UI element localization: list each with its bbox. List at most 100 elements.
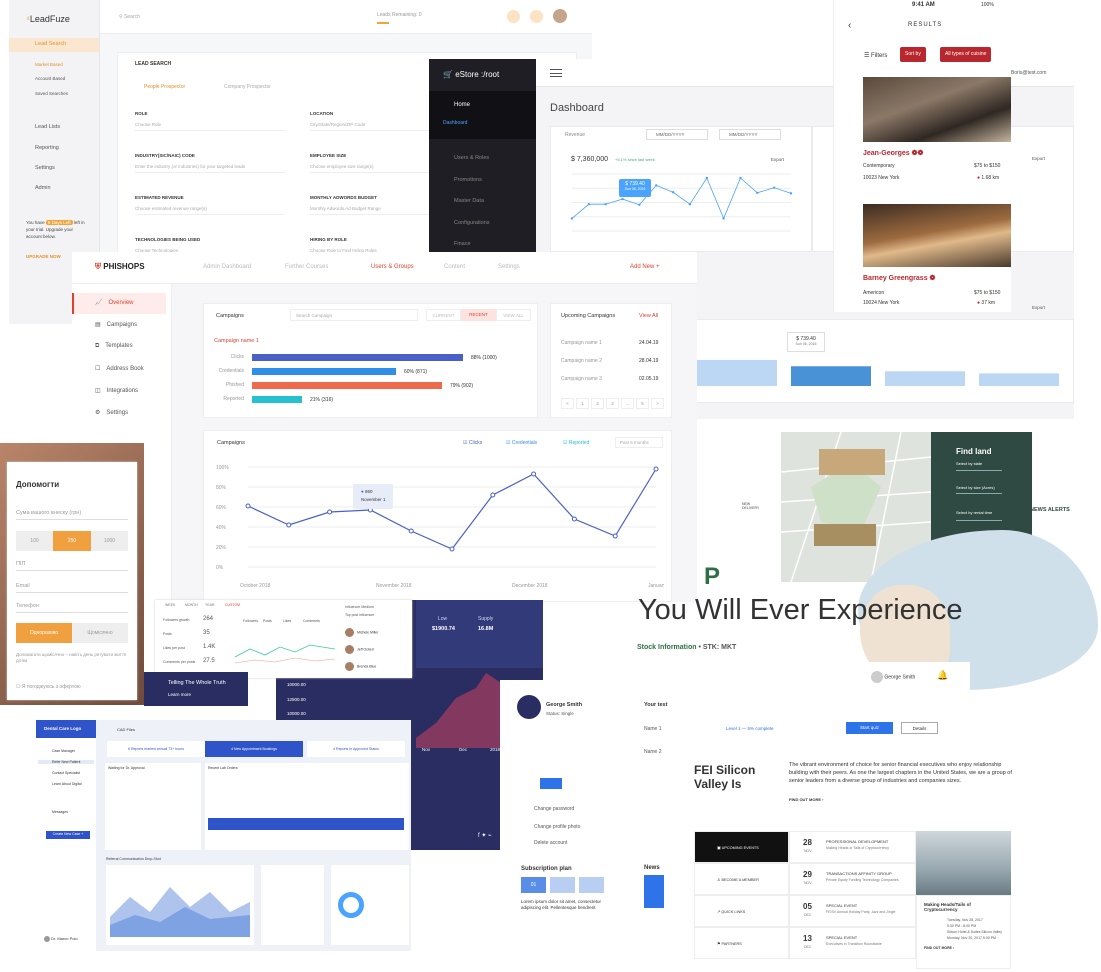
seg-recent[interactable]: RECENT: [461, 309, 496, 321]
back-chevron-icon[interactable]: ‹: [848, 20, 851, 31]
menu-item-2[interactable]: ↗ QUICK LINKS: [694, 895, 789, 927]
history-icon[interactable]: [507, 10, 520, 23]
learn-more-link[interactable]: Learn more: [168, 692, 191, 697]
sidebar-item-3[interactable]: Learn About Digital: [52, 782, 82, 786]
field-input[interactable]: Choose Role: [135, 122, 285, 131]
sidebar-item-settings[interactable]: Settings: [35, 165, 55, 171]
pager-item[interactable]: <: [561, 398, 574, 409]
data-point[interactable]: [621, 197, 624, 201]
seg-current[interactable]: CURRENT: [426, 309, 461, 321]
sidebar-item-address-book[interactable]: ☐ Address Book: [95, 365, 144, 372]
date-from-input[interactable]: MM/DD/YYYY: [646, 129, 708, 140]
bar[interactable]: [697, 359, 777, 386]
data-point[interactable]: [286, 522, 292, 528]
tab-2[interactable]: Users & Groups: [371, 264, 414, 270]
upgrade-now-link[interactable]: UPGRADE NOW: [26, 254, 61, 259]
export-button[interactable]: Export: [771, 157, 784, 162]
data-point[interactable]: [688, 203, 692, 206]
bar[interactable]: [791, 366, 871, 386]
estore-brand[interactable]: 🛒 eStore :/root: [443, 70, 499, 79]
add-new-button[interactable]: Add New +: [630, 264, 660, 270]
restaurant-photo-2[interactable]: [863, 204, 1011, 267]
sidebar-item-lead-lists[interactable]: Lead Lists: [35, 124, 60, 130]
cuisine-dropdown[interactable]: All types of cuisine: [940, 47, 992, 62]
menu-item-1[interactable]: ♙ BECOME A MEMBER: [694, 863, 789, 895]
sidebar-item-overview[interactable]: 📈 Overview: [95, 299, 134, 306]
state-select[interactable]: [956, 470, 1002, 471]
legend-clicks[interactable]: ☑ Clicks: [463, 440, 482, 446]
test-row-button[interactable]: Start quiz: [846, 722, 893, 734]
view-all-link[interactable]: View All: [639, 313, 658, 319]
amount-250[interactable]: 250: [53, 531, 91, 551]
monthly-button[interactable]: Щомісячно: [72, 623, 128, 643]
export-button-3[interactable]: Export: [1032, 305, 1045, 310]
search-input[interactable]: ⚲ Search: [119, 14, 140, 20]
tab-3[interactable]: Content: [444, 264, 465, 270]
plan-03[interactable]: [579, 877, 604, 893]
tab-people-prospector[interactable]: People Prospector: [144, 84, 185, 90]
legend-reported[interactable]: ☑ Reported: [563, 440, 589, 446]
sidebar-item-home[interactable]: Home: [454, 102, 470, 108]
sidebar-item-market-based[interactable]: Market Based: [35, 62, 63, 67]
tab-0[interactable]: Admin Dashboard: [203, 264, 251, 270]
plot-card-1[interactable]: [819, 449, 885, 475]
campaign-search-input[interactable]: Search Campaign: [290, 309, 418, 321]
cad-files-link[interactable]: CAD Files: [117, 727, 135, 732]
list-item[interactable]: Jeff Ockerr: [345, 645, 374, 654]
sidebar-item-4[interactable]: Messages: [52, 810, 68, 814]
sidebar-item-campaigns[interactable]: ▤ Campaigns: [95, 321, 137, 328]
campaign-name[interactable]: Campaign name 1: [214, 338, 259, 344]
agree-checkbox[interactable]: ☐ Я погоджуюсь з офертою: [16, 684, 81, 690]
restaurant-photo-1[interactable]: [863, 77, 1011, 142]
data-point[interactable]: [671, 191, 675, 194]
data-point[interactable]: [789, 192, 793, 195]
amount-input[interactable]: Сума вашого внеску (грн): [16, 510, 128, 520]
data-point[interactable]: [739, 176, 742, 180]
data-point[interactable]: [408, 528, 414, 534]
export-button-2[interactable]: Export: [1032, 156, 1045, 161]
data-point[interactable]: [587, 203, 591, 206]
sidebar-item-finance[interactable]: Finace: [454, 241, 471, 247]
restaurant-name-2[interactable]: Barney Greengrass ❁: [863, 274, 935, 282]
find-out-more-link[interactable]: FIND OUT MORE ›: [789, 797, 823, 802]
tab-month[interactable]: MONTH: [185, 603, 198, 607]
bar[interactable]: [885, 371, 965, 386]
tab-year[interactable]: YEAR: [205, 603, 215, 607]
field-input[interactable]: Enter the industry (or industries) for y…: [135, 164, 285, 173]
sidebar-item-2[interactable]: Contact Specialist: [52, 771, 80, 775]
sidebar-item-1[interactable]: Refer New Patient: [38, 760, 94, 764]
data-point[interactable]: [653, 466, 659, 472]
tab-custom[interactable]: CUSTOM: [225, 603, 240, 607]
data-point[interactable]: [449, 546, 455, 552]
list-item-name[interactable]: Campaign name 1: [561, 340, 602, 346]
sort-by-dropdown[interactable]: Sort by: [900, 47, 926, 62]
list-tab[interactable]: Influencer Medium: [345, 605, 374, 609]
tab-4[interactable]: Settings: [498, 264, 520, 270]
data-point[interactable]: [705, 176, 708, 180]
data-point[interactable]: [756, 191, 759, 195]
pager-item[interactable]: 2: [591, 398, 604, 409]
pager-item[interactable]: 3: [606, 398, 619, 409]
list-item[interactable]: Michele Miller: [345, 628, 378, 637]
data-point[interactable]: [245, 503, 251, 509]
phishops-brand[interactable]: ⛨ PHISHOPS: [95, 262, 145, 272]
dental-logo[interactable]: Dental Care Logo: [36, 720, 96, 738]
sidebar-item-promotions[interactable]: Promotions: [454, 177, 482, 183]
bar-clicks[interactable]: [252, 354, 463, 361]
restaurant-name-1[interactable]: Jean-Georges ❁❁: [863, 149, 923, 157]
news-card[interactable]: [644, 875, 664, 908]
data-point[interactable]: [772, 186, 776, 189]
pager-item[interactable]: >: [651, 398, 664, 409]
plan-02[interactable]: [550, 877, 575, 893]
legend-credentials[interactable]: ☑ Credentials: [506, 440, 537, 446]
notification-bell-icon[interactable]: 🔔: [937, 670, 948, 681]
sidebar-item-integrations[interactable]: ◫ Integrations: [95, 387, 138, 394]
menu-item-3[interactable]: ⚑ PARTNERS: [694, 927, 789, 959]
pager-item[interactable]: 1: [576, 398, 589, 409]
data-point[interactable]: [531, 471, 537, 477]
tab-1[interactable]: Further Courses: [285, 264, 328, 270]
notification-bell-icon[interactable]: [530, 10, 543, 23]
details-button[interactable]: Details: [901, 722, 938, 734]
change-password-link[interactable]: Change password: [534, 806, 574, 812]
stat-tab-2[interactable]: 4 Reports In Approved Status: [307, 741, 405, 757]
